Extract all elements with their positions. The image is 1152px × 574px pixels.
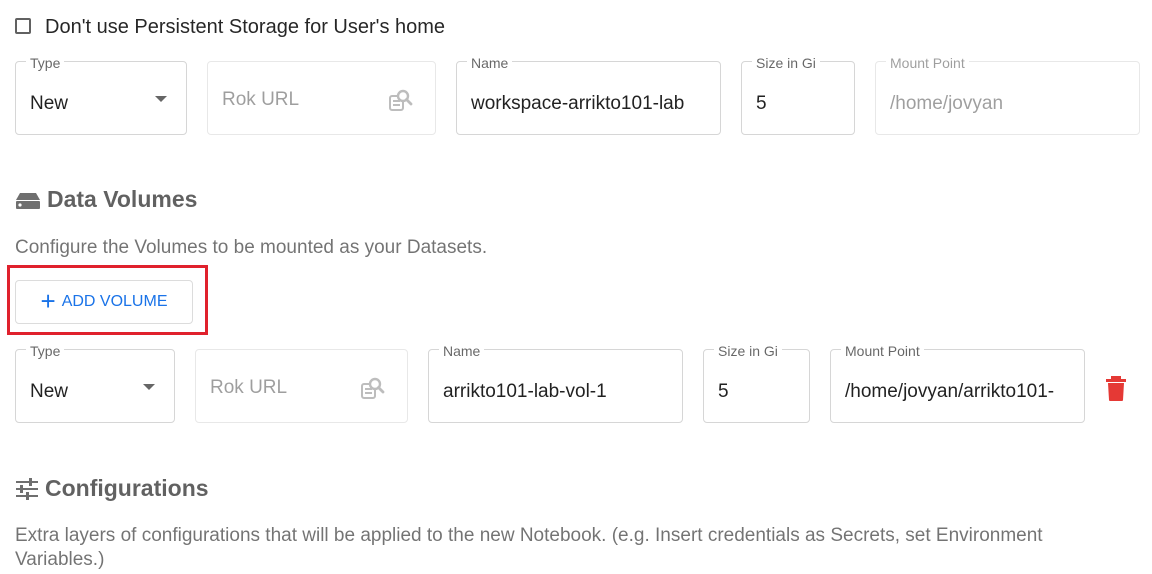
- workspace-size-field[interactable]: Size in Gi 5: [741, 56, 855, 135]
- volume-rok-url-placeholder: Rok URL: [210, 377, 288, 398]
- workspace-name-label: Name: [467, 56, 513, 70]
- volume-name-label: Name: [439, 344, 485, 358]
- volume-size-field[interactable]: Size in Gi 5: [703, 344, 810, 423]
- volume-size-label: Size in Gi: [714, 344, 782, 358]
- workspace-rok-url-field[interactable]: Rok URL: [207, 61, 436, 135]
- workspace-rok-url-placeholder: Rok URL: [222, 89, 300, 110]
- workspace-mount-point-label: Mount Point: [886, 56, 969, 70]
- workspace-mount-point-value: /home/jovyan: [890, 93, 1004, 114]
- volume-name-value: arrikto101-lab-vol-1: [443, 381, 607, 402]
- workspace-name-value: workspace-arrikto101-lab: [471, 93, 685, 114]
- configurations-description: Extra layers of configurations that will…: [15, 525, 1043, 570]
- volume-mount-point-value: /home/jovyan/arrikto101-: [845, 381, 1055, 402]
- workspace-size-value: 5: [756, 93, 767, 114]
- workspace-name-field[interactable]: Name workspace-arrikto101-lab: [456, 56, 721, 135]
- plus-icon: +: [40, 286, 56, 316]
- persistent-storage-checkbox[interactable]: [15, 18, 31, 34]
- data-volumes-description: Configure the Volumes to be mounted as y…: [15, 237, 488, 258]
- volume-type-label: Type: [26, 344, 65, 358]
- dropdown-arrow-icon: [143, 384, 155, 390]
- volume-type-select[interactable]: Type New: [15, 344, 175, 423]
- data-volumes-title: Data Volumes: [47, 186, 198, 212]
- volume-type-value: New: [30, 381, 69, 402]
- add-volume-label: ADD VOLUME: [61, 293, 168, 310]
- storage-icon: [16, 192, 40, 209]
- workspace-type-label: Type: [26, 56, 65, 70]
- rok-search-icon[interactable]: [387, 88, 413, 114]
- volume-size-value: 5: [718, 381, 729, 402]
- add-volume-button[interactable]: + ADD VOLUME: [15, 280, 193, 324]
- dropdown-arrow-icon: [155, 96, 167, 102]
- data-volumes-heading: Data Volumes: [15, 186, 197, 213]
- workspace-type-value: New: [30, 93, 69, 114]
- persistent-storage-checkbox-label: Don't use Persistent Storage for User's …: [45, 16, 446, 38]
- volume-mount-point-field[interactable]: Mount Point /home/jovyan/arrikto101-: [830, 344, 1085, 423]
- delete-icon[interactable]: [1104, 374, 1128, 402]
- workspace-type-select[interactable]: Type New: [15, 56, 187, 135]
- workspace-size-label: Size in Gi: [752, 56, 820, 70]
- tune-icon: [16, 477, 38, 500]
- volume-mount-point-label: Mount Point: [841, 344, 924, 358]
- volume-name-field[interactable]: Name arrikto101-lab-vol-1: [428, 344, 683, 423]
- workspace-mount-point-field: Mount Point /home/jovyan: [875, 56, 1140, 135]
- rok-search-icon[interactable]: [359, 376, 385, 402]
- volume-rok-url-field[interactable]: Rok URL: [195, 349, 408, 423]
- configurations-heading: Configurations: [15, 475, 209, 502]
- configurations-title: Configurations: [45, 475, 209, 501]
